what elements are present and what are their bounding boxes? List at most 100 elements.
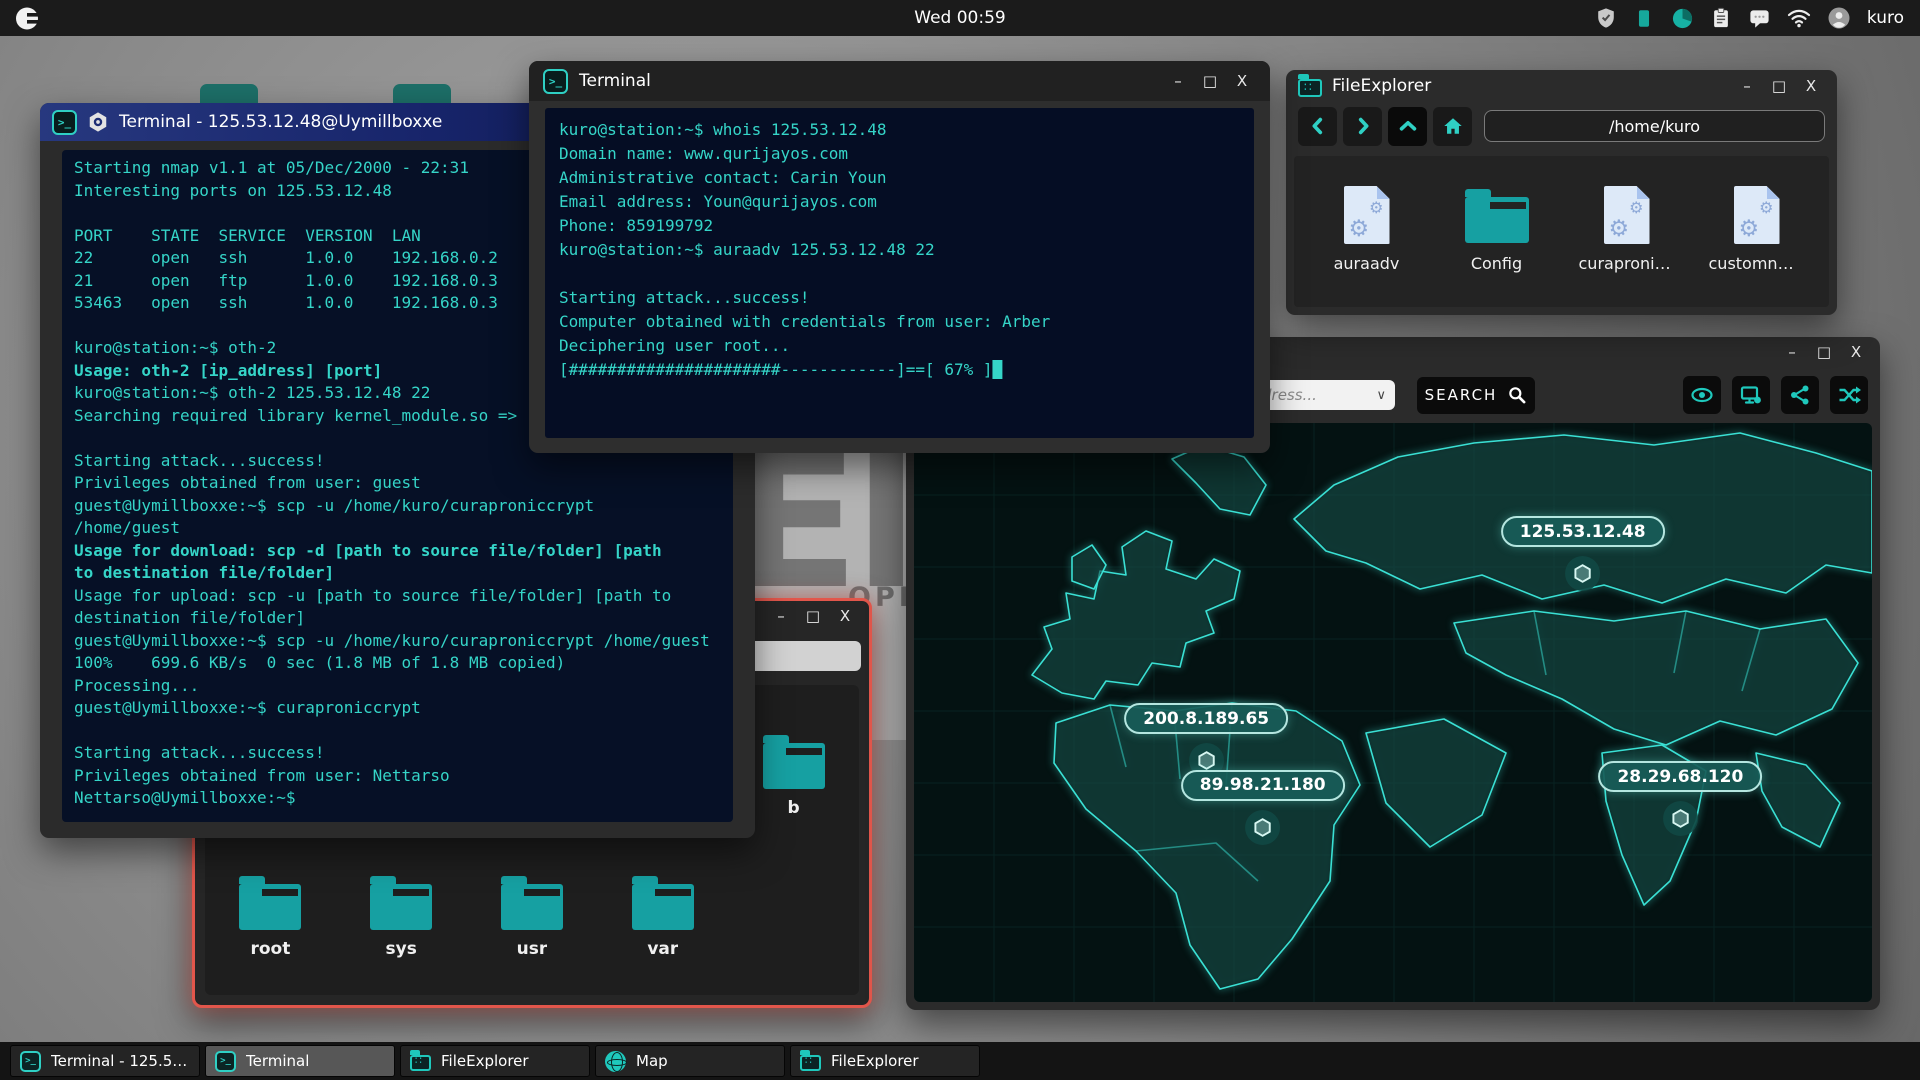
ip-address-pill[interactable]: 200.8.189.65 [1124, 703, 1288, 734]
address-bar[interactable]: /home/kuro [1484, 110, 1825, 142]
terminal-icon [543, 69, 568, 94]
minimize-button[interactable]: – [1164, 68, 1192, 94]
terminal-output[interactable]: kuro@station:~$ whois 125.53.12.48Domain… [545, 108, 1254, 438]
ip-address-pill[interactable]: 28.29.68.120 [1598, 761, 1762, 792]
maximize-button[interactable]: □ [1196, 68, 1224, 94]
file-item[interactable]: ⚙⚙ Config [1449, 184, 1545, 307]
world-map[interactable]: 125.53.12.48 200.8.189.65 89.98.21.1 [914, 423, 1872, 1002]
chat-icon[interactable] [1748, 7, 1771, 30]
file-item[interactable]: ⚙⚙ curaproniccry… [1579, 184, 1675, 307]
file-item[interactable]: ⚙⚙ auraadv [1319, 184, 1415, 307]
terminal-line: kuro@station:~$ auraadv 125.53.12.48 22 [559, 238, 1240, 262]
taskbar-item[interactable]: Terminal - 125.53… [10, 1045, 200, 1077]
eye-button[interactable] [1683, 376, 1721, 414]
ip-address-pill[interactable]: 125.53.12.48 [1501, 516, 1665, 547]
remote-desktop-button[interactable] [1732, 376, 1770, 414]
shield-check-icon[interactable] [1595, 7, 1617, 29]
window-titlebar[interactable]: FileExplorer – □ X [1286, 70, 1837, 102]
file-name: root [250, 939, 290, 959]
search-icon [1507, 385, 1527, 405]
terminal-line: Deciphering user root... [559, 334, 1240, 358]
file-item[interactable]: ⚙⚙ customnmap [1709, 184, 1805, 307]
file-item[interactable]: ⚙⚙ usr [484, 872, 580, 959]
avatar[interactable] [1827, 6, 1851, 30]
terminal-line: Phone: 859199792 [559, 214, 1240, 238]
close-button[interactable]: X [1228, 68, 1256, 94]
map-node: 89.98.21.180 [1181, 770, 1345, 845]
file-name: auraadv [1334, 254, 1400, 273]
shuffle-icon [1837, 383, 1861, 407]
file-item[interactable]: ⚙⚙ sys [353, 872, 449, 959]
taskbar-item[interactable]: Terminal [205, 1045, 395, 1077]
terminal-line: destination file/folder] [74, 607, 721, 630]
file-explorer-toolbar: /home/kuro [1286, 102, 1837, 150]
window-titlebar[interactable]: Terminal – □ X [529, 61, 1270, 101]
ip-address-pill[interactable]: 89.98.21.180 [1181, 770, 1345, 801]
wifi-icon[interactable] [1787, 6, 1811, 30]
disk-usage-pie-icon[interactable] [1671, 7, 1694, 30]
taskbar: Terminal - 125.53… Terminal FileExplorer… [0, 1042, 1920, 1080]
forward-button[interactable] [1343, 107, 1382, 146]
terminal-line: Administrative contact: Carin Youn [559, 166, 1240, 190]
file-item[interactable]: ⚙⚙ root [222, 872, 318, 959]
folder-icon: ⚙⚙ [632, 872, 694, 934]
topbar: Wed 00:59 [0, 0, 1920, 36]
folder-icon: ⚙⚙ [239, 872, 301, 934]
remote-desktop-icon [1739, 383, 1763, 407]
search-button[interactable]: SEARCH [1417, 377, 1535, 414]
terminal-line: Usage for download: scp -d [path to sour… [74, 540, 721, 563]
address-combobox[interactable]: dress... ∨ [1253, 380, 1395, 410]
close-button[interactable]: X [1797, 73, 1825, 99]
battery-icon[interactable] [1633, 7, 1655, 29]
minimize-button[interactable]: – [1733, 73, 1761, 99]
home-button[interactable] [1433, 107, 1472, 146]
taskbar-item[interactable]: Map [595, 1045, 785, 1077]
file-name: curaproniccry… [1579, 254, 1675, 273]
taskbar-item-icon [215, 1051, 236, 1072]
terminal-line: to destination file/folder] [74, 562, 721, 585]
terminal-line: kuro@station:~$ whois 125.53.12.48 [559, 118, 1240, 142]
file-item[interactable]: ⚙⚙ b [746, 731, 842, 818]
terminal-line: Computer obtained with credentials from … [559, 310, 1240, 334]
clock: Wed 00:59 [914, 8, 1005, 28]
file-explorer-window: FileExplorer – □ X [1286, 70, 1837, 315]
close-button[interactable]: X [1842, 339, 1870, 365]
window-title: Terminal [579, 71, 651, 91]
hexagon-node-marker[interactable] [1565, 556, 1600, 591]
terminal-line: /home/guest [74, 517, 721, 540]
close-button[interactable]: X [831, 603, 859, 629]
terminal-line: guest@Uymillboxxe:~$ scp -u /home/kuro/c… [74, 630, 721, 653]
terminal-icon [52, 110, 77, 135]
clipboard-icon[interactable] [1710, 7, 1732, 29]
map-nodes: 125.53.12.48 200.8.189.65 89.98.21.1 [914, 423, 1872, 1002]
file-name: customnmap [1709, 254, 1805, 273]
chevron-down-icon: ∨ [1376, 388, 1386, 403]
eye-icon [1690, 383, 1714, 407]
terminal-line: Usage for upload: scp -u [path to source… [74, 585, 721, 608]
terminal-line: Starting attack...success! [559, 286, 1240, 310]
terminal-line [74, 720, 721, 743]
back-button[interactable] [1298, 107, 1337, 146]
terminal-line: Privileges obtained from user: guest [74, 472, 721, 495]
shuffle-button[interactable] [1830, 376, 1868, 414]
maximize-button[interactable]: □ [1765, 73, 1793, 99]
share-button[interactable] [1781, 376, 1819, 414]
taskbar-item-icon [410, 1055, 431, 1071]
taskbar-item-label: Map [636, 1052, 668, 1070]
minimize-button[interactable]: – [767, 603, 795, 629]
taskbar-item[interactable]: FileExplorer [790, 1045, 980, 1077]
file-name: Config [1471, 254, 1522, 273]
minimize-button[interactable]: – [1778, 339, 1806, 365]
file-item[interactable]: ⚙⚙ var [615, 872, 711, 959]
hexagon-node-marker[interactable] [1663, 801, 1698, 836]
maximize-button[interactable]: □ [799, 603, 827, 629]
taskbar-item-label: FileExplorer [441, 1052, 529, 1070]
maximize-button[interactable]: □ [1810, 339, 1838, 365]
taskbar-item[interactable]: FileExplorer [400, 1045, 590, 1077]
hexagon-node-marker[interactable] [1245, 810, 1280, 845]
map-node: 28.29.68.120 [1598, 761, 1762, 836]
address-combobox-text: dress... [1262, 386, 1317, 404]
os-logo-icon[interactable] [14, 5, 41, 32]
taskbar-item-label: FileExplorer [831, 1052, 919, 1070]
up-button[interactable] [1388, 107, 1427, 146]
